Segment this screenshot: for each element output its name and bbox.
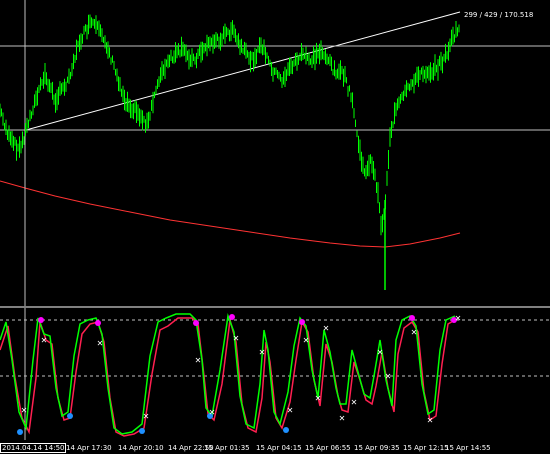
main-chart-window[interactable] [0,0,550,440]
signal-cross-icon: ✕ [21,406,28,415]
signal-cross-icon: ✕ [315,394,322,403]
signal-dot [229,314,235,320]
signal-cross-icon: ✕ [209,408,216,417]
signal-cross-icon: ✕ [259,348,266,357]
time-axis-label: 15 Apr 12:15 [403,444,449,452]
trading-terminal: ✕ ✕ ✕ ✕ ✕ ✕ ✕ ✕ ✕ ✕ ✕ ✕ ✕ ✕ ✕ ✕ ✕ ✕ ✕ 299 / 429 / 170.518 … [0,0,550,454]
signal-dot [139,428,145,434]
signal-dot [299,319,305,325]
signal-cross-icon: ✕ [233,334,240,343]
moving-average-line [0,180,461,248]
signal-cross-icon: ✕ [377,348,384,357]
signal-cross-icon: ✕ [287,406,294,415]
window-separator [0,306,550,308]
signal-cross-icon: ✕ [323,324,330,333]
signal-cross-icon: ✕ [339,414,346,423]
signal-cross-icon: ✕ [351,398,358,407]
signal-cross-icon: ✕ [97,339,104,348]
signal-cross-icon: ✕ [385,372,392,381]
signal-dot [409,315,415,321]
signal-cross-icon: ✕ [455,314,462,323]
signal-dot [17,429,23,435]
signal-cross-icon: ✕ [427,416,434,425]
time-axis-label: 15 Apr 14:55 [445,444,491,452]
crosshair-readout: 299 / 429 / 170.518 [464,11,534,19]
time-axis-label: 14 Apr 20:10 [118,444,164,452]
price-bars [0,14,460,290]
time-axis-label: 15 Apr 04:15 [256,444,302,452]
signal-cross-icon: ✕ [303,336,310,345]
time-axis-label: 15 Apr 01:35 [204,444,250,452]
signal-dot [193,320,199,326]
signal-dot [95,320,101,326]
oscillator-window[interactable]: ✕ ✕ ✕ ✕ ✕ ✕ ✕ ✕ ✕ ✕ ✕ ✕ ✕ ✕ ✕ ✕ ✕ ✕ ✕ [0,313,550,437]
signal-dot [67,413,73,419]
time-axis-label: 14 Apr 17:30 [66,444,112,452]
time-axis-label: 15 Apr 06:55 [305,444,351,452]
price-chart[interactable]: ✕ ✕ ✕ ✕ ✕ ✕ ✕ ✕ ✕ ✕ ✕ ✕ ✕ ✕ ✕ ✕ ✕ ✕ ✕ [0,0,550,454]
signal-dot [283,427,289,433]
signal-cross-icon: ✕ [411,328,418,337]
signal-cross-icon: ✕ [41,336,48,345]
signal-cross-icon: ✕ [143,412,150,421]
signal-cross-icon: ✕ [195,356,202,365]
time-axis-label-crosshair: 2014.04.14 14:50 [0,443,67,453]
time-axis-label: 15 Apr 09:35 [354,444,400,452]
signal-dot [38,317,44,323]
